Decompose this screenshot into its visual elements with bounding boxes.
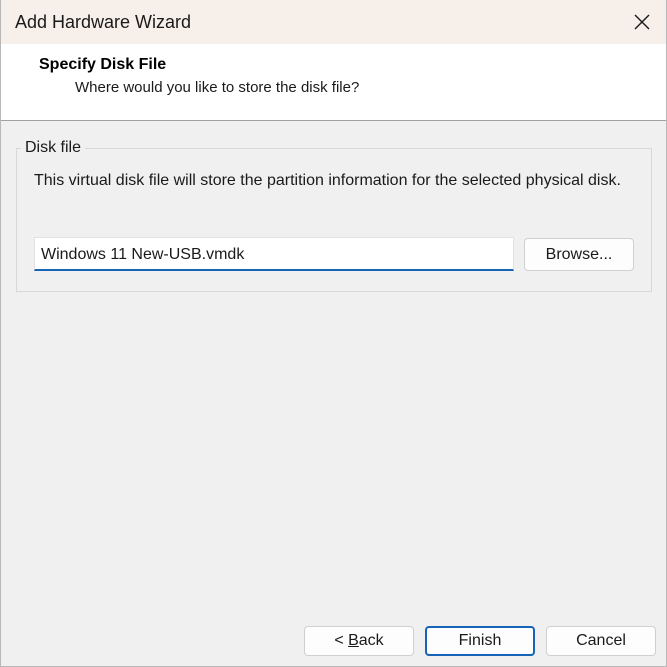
disk-file-group-label: Disk file [21, 139, 86, 157]
browse-button[interactable]: Browse... [524, 238, 634, 271]
page-subtitle: Where would you like to store the disk f… [75, 79, 360, 96]
window-title: Add Hardware Wizard [15, 12, 192, 32]
finish-button[interactable]: Finish [425, 626, 535, 656]
back-button[interactable]: < Back [304, 626, 414, 656]
disk-file-description: This virtual disk file will store the pa… [34, 172, 621, 189]
add-hardware-wizard-dialog: Add Hardware Wizard Specify Disk File Wh… [0, 0, 667, 667]
wizard-header: Specify Disk File Where would you like t… [1, 44, 666, 121]
page-title: Specify Disk File [39, 56, 167, 73]
close-icon [634, 14, 650, 30]
back-button-mnemonic: B [348, 632, 359, 649]
title-bar[interactable]: Add Hardware Wizard [1, 0, 666, 44]
back-button-rest: ack [358, 632, 384, 649]
disk-file-input[interactable] [34, 237, 514, 271]
close-button[interactable] [618, 0, 666, 44]
cancel-button[interactable]: Cancel [546, 626, 656, 656]
back-button-prefix: < [334, 632, 349, 649]
